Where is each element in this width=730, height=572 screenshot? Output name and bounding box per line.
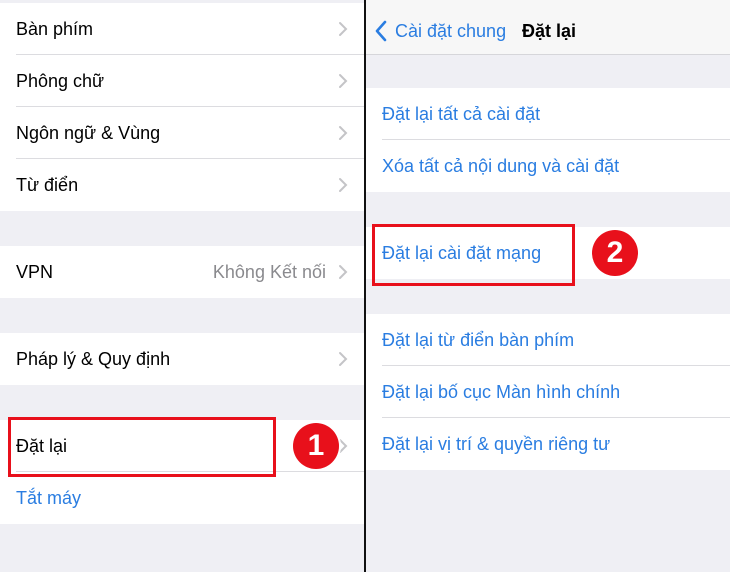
erase-all-content-row[interactable]: Xóa tất cả nội dung và cài đặt xyxy=(366,140,730,192)
row-label: Phông chữ xyxy=(16,71,105,91)
chevron-right-icon xyxy=(339,126,348,140)
row-label: Đặt lại bố cục Màn hình chính xyxy=(382,382,621,402)
chevron-right-icon xyxy=(339,265,348,279)
left-settings-panel: Bàn phím Phông chữ Ngôn ngữ & Vùng Từ đi… xyxy=(0,0,364,572)
back-button[interactable]: Cài đặt chung xyxy=(395,0,506,62)
row-label: Pháp lý & Quy định xyxy=(16,349,171,369)
chevron-right-icon xyxy=(339,352,348,366)
chevron-left-icon[interactable] xyxy=(374,20,388,42)
row-label: Bàn phím xyxy=(16,19,94,39)
settings-row-keyboard[interactable]: Bàn phím xyxy=(0,3,364,55)
chevron-right-icon xyxy=(339,178,348,192)
reset-keyboard-dictionary-row[interactable]: Đặt lại từ điển bàn phím xyxy=(366,314,730,366)
row-label: Tắt máy xyxy=(16,488,82,508)
row-label: Đặt lại tất cả cài đặt xyxy=(382,104,541,124)
settings-row-fonts[interactable]: Phông chữ xyxy=(0,55,364,107)
reset-location-privacy-row[interactable]: Đặt lại vị trí & quyền riêng tư xyxy=(366,418,730,470)
highlight-box-network xyxy=(372,224,575,286)
right-reset-panel: Cài đặt chung Đặt lại Đặt lại tất cả cài… xyxy=(366,0,730,572)
row-label: Đặt lại vị trí & quyền riêng tư xyxy=(382,434,611,454)
settings-row-dictionary[interactable]: Từ điển xyxy=(0,159,364,211)
settings-row-shutdown[interactable]: Tắt máy xyxy=(0,472,364,524)
reset-all-settings-row[interactable]: Đặt lại tất cả cài đặt xyxy=(366,88,730,140)
settings-row-legal[interactable]: Pháp lý & Quy định xyxy=(0,333,364,385)
step-badge-2: 2 xyxy=(592,230,638,276)
navigation-bar: Cài đặt chung Đặt lại xyxy=(366,0,730,55)
row-label: Từ điển xyxy=(16,175,79,195)
settings-row-language-region[interactable]: Ngôn ngữ & Vùng xyxy=(0,107,364,159)
row-label: Ngôn ngữ & Vùng xyxy=(16,123,161,143)
reset-home-layout-row[interactable]: Đặt lại bố cục Màn hình chính xyxy=(366,366,730,418)
vpn-status-value: Không Kết nối xyxy=(212,262,326,282)
highlight-box-reset xyxy=(8,417,276,477)
chevron-right-icon xyxy=(339,22,348,36)
row-label: VPN xyxy=(16,262,54,282)
row-label: Đặt lại từ điển bàn phím xyxy=(382,330,575,350)
step-badge-1: 1 xyxy=(293,423,339,469)
row-label: Xóa tất cả nội dung và cài đặt xyxy=(382,156,620,176)
chevron-right-icon xyxy=(339,74,348,88)
settings-row-vpn[interactable]: VPN Không Kết nối xyxy=(0,246,364,298)
page-title: Đặt lại xyxy=(522,21,577,41)
